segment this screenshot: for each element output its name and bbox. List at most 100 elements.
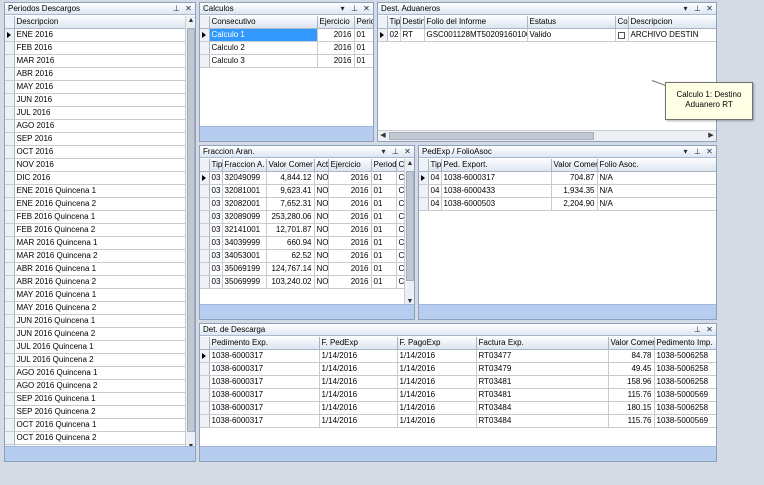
table-row[interactable]: 03 35069199 124,767.14 NO 2016 01 C — [200, 262, 406, 277]
list-item-label[interactable]: DIC 2016 — [14, 171, 187, 186]
table-cell[interactable]: 1038-5006258 — [654, 401, 716, 416]
list-item-label[interactable]: MAY 2016 — [14, 80, 187, 95]
list-item[interactable]: AGO 2016 Quincena 2 — [5, 379, 187, 394]
table-cell[interactable]: 1038-6000317 — [209, 388, 320, 403]
list-item-label[interactable]: SEP 2016 Quincena 2 — [14, 405, 187, 420]
table-cell[interactable]: 1/14/2016 — [319, 375, 398, 390]
table-cell[interactable]: Valido — [527, 28, 616, 43]
table-cell[interactable]: 32089099 — [222, 210, 267, 225]
table-cell[interactable]: 04 — [428, 197, 442, 212]
column-header[interactable]: Ejercicio — [328, 159, 372, 173]
table-row[interactable]: 03 35069999 103,240.02 NO 2016 01 C — [200, 275, 406, 290]
column-header[interactable]: Descripcion — [14, 16, 187, 30]
column-header[interactable]: Act — [314, 159, 329, 173]
list-item[interactable]: MAY 2016 Quincena 2 — [5, 301, 187, 316]
table-cell[interactable]: 62.52 — [266, 249, 315, 264]
list-item-label[interactable]: FEB 2016 Quincena 2 — [14, 223, 187, 238]
pin-icon[interactable]: ⊥ — [693, 4, 702, 14]
table-cell[interactable]: GSC001128MT5020916010001 — [424, 28, 528, 43]
list-item[interactable]: ABR 2016 Quincena 2 — [5, 275, 187, 290]
table-cell[interactable]: 1038-5006258 — [654, 362, 716, 377]
list-item-label[interactable]: AGO 2016 — [14, 119, 187, 134]
column-header[interactable]: Ejercicio — [317, 16, 355, 30]
table-cell[interactable]: 1038-5000569 — [654, 388, 716, 403]
table-cell[interactable]: 1038-6000503 — [441, 197, 552, 212]
table-cell[interactable]: 115.76 — [608, 388, 655, 403]
table-row[interactable]: 1038-6000317 1/14/2016 1/14/2016 RT03481 158… — [200, 375, 716, 390]
table-cell[interactable]: 03 — [209, 197, 223, 212]
dropdown-icon[interactable]: ▾ — [379, 147, 388, 157]
table-cell[interactable]: 1038-5006258 — [654, 375, 716, 390]
table-row[interactable]: 04 1038-6000433 1,934.35 N/A — [419, 184, 716, 199]
table-row[interactable]: 1038-6000317 1/14/2016 1/14/2016 RT03477 84.… — [200, 349, 716, 364]
table-cell[interactable]: 660.94 — [266, 236, 315, 251]
list-item[interactable]: FEB 2016 Quincena 2 — [5, 223, 187, 238]
table-row[interactable]: 03 32082001 7,652.31 NO 2016 01 C — [200, 197, 406, 212]
column-header[interactable]: Valor Comer — [266, 159, 315, 173]
table-cell[interactable]: Calculo 3 — [209, 54, 318, 69]
table-cell[interactable]: NO — [314, 223, 329, 238]
list-item[interactable]: ENE 2016 Quincena 2 — [5, 197, 187, 212]
table-cell[interactable]: 2016 — [317, 54, 355, 69]
list-item-label[interactable]: OCT 2016 Quincena 1 — [14, 418, 187, 433]
table-cell[interactable]: 1/14/2016 — [319, 414, 398, 429]
list-item[interactable]: SEP 2016 Quincena 2 — [5, 405, 187, 420]
pin-icon[interactable]: ⊥ — [391, 147, 400, 157]
table-cell[interactable]: 03 — [209, 262, 223, 277]
table-cell[interactable]: 2016 — [328, 197, 372, 212]
table-cell[interactable]: 01 — [354, 28, 373, 43]
table-cell[interactable]: 1/14/2016 — [319, 362, 398, 377]
table-cell[interactable]: 32082001 — [222, 197, 267, 212]
column-header[interactable]: Folio del Informe — [424, 16, 528, 30]
table-cell[interactable]: 49.45 — [608, 362, 655, 377]
list-item-label[interactable]: SEP 2016 Quincena 1 — [14, 392, 187, 407]
table-cell[interactable]: RT03477 — [476, 349, 609, 364]
fraccion-vscroll[interactable]: ▲ ▼ — [404, 159, 414, 307]
table-cell[interactable]: RT03481 — [476, 388, 609, 403]
table-cell[interactable]: 03 — [209, 171, 223, 186]
list-item[interactable]: SEP 2016 — [5, 132, 187, 147]
list-item-label[interactable]: ENE 2016 Quincena 2 — [14, 197, 187, 212]
list-item[interactable]: ABR 2016 Quincena 1 — [5, 262, 187, 277]
table-cell[interactable]: 01 — [371, 249, 397, 264]
table-cell[interactable]: 84.78 — [608, 349, 655, 364]
dropdown-icon[interactable]: ▾ — [338, 4, 347, 14]
column-header[interactable]: Period — [371, 159, 397, 173]
table-row[interactable]: 1038-6000317 1/14/2016 1/14/2016 RT03479 49.… — [200, 362, 716, 377]
scroll-thumb[interactable] — [406, 171, 414, 281]
table-cell[interactable]: 1/14/2016 — [319, 401, 398, 416]
column-header[interactable]: Co — [615, 16, 629, 30]
list-item-label[interactable]: MAR 2016 Quincena 1 — [14, 236, 187, 251]
table-cell[interactable]: 158.96 — [608, 375, 655, 390]
table-cell[interactable] — [615, 28, 629, 43]
periodos-vscroll[interactable]: ▲ ▼ — [185, 16, 195, 452]
column-header[interactable]: Destin — [400, 16, 425, 30]
dropdown-icon[interactable]: ▾ — [681, 147, 690, 157]
table-cell[interactable]: 115.76 — [608, 414, 655, 429]
list-item-label[interactable]: JUL 2016 Quincena 1 — [14, 340, 187, 355]
table-cell[interactable]: 35069999 — [222, 275, 267, 290]
table-cell[interactable]: 103,240.02 — [266, 275, 315, 290]
list-item[interactable]: JUN 2016 Quincena 2 — [5, 327, 187, 342]
table-row[interactable]: 03 34053001 62.52 NO 2016 01 C — [200, 249, 406, 264]
list-item[interactable]: JUL 2016 — [5, 106, 187, 121]
table-cell[interactable]: ARCHIVO DESTIN — [628, 28, 716, 43]
table-cell[interactable]: 04 — [428, 171, 442, 186]
list-item-label[interactable]: SEP 2016 — [14, 132, 187, 147]
close-icon[interactable]: ✕ — [403, 147, 412, 157]
list-item[interactable]: ABR 2016 — [5, 67, 187, 82]
table-cell[interactable]: 1/14/2016 — [397, 362, 477, 377]
table-cell[interactable]: NO — [314, 236, 329, 251]
table-cell[interactable]: 704.87 — [551, 171, 598, 186]
scroll-thumb[interactable] — [389, 132, 594, 140]
table-cell[interactable]: 03 — [209, 236, 223, 251]
pin-icon[interactable]: ⊥ — [172, 4, 181, 14]
table-cell[interactable]: 180.15 — [608, 401, 655, 416]
table-cell[interactable]: 32141001 — [222, 223, 267, 238]
list-item-label[interactable]: ABR 2016 — [14, 67, 187, 82]
table-cell[interactable]: 03 — [209, 223, 223, 238]
table-cell[interactable]: 34039999 — [222, 236, 267, 251]
table-row[interactable]: 1038-6000317 1/14/2016 1/14/2016 RT03484 115… — [200, 414, 716, 429]
list-item-label[interactable]: OCT 2016 — [14, 145, 187, 160]
table-cell[interactable]: 124,767.14 — [266, 262, 315, 277]
